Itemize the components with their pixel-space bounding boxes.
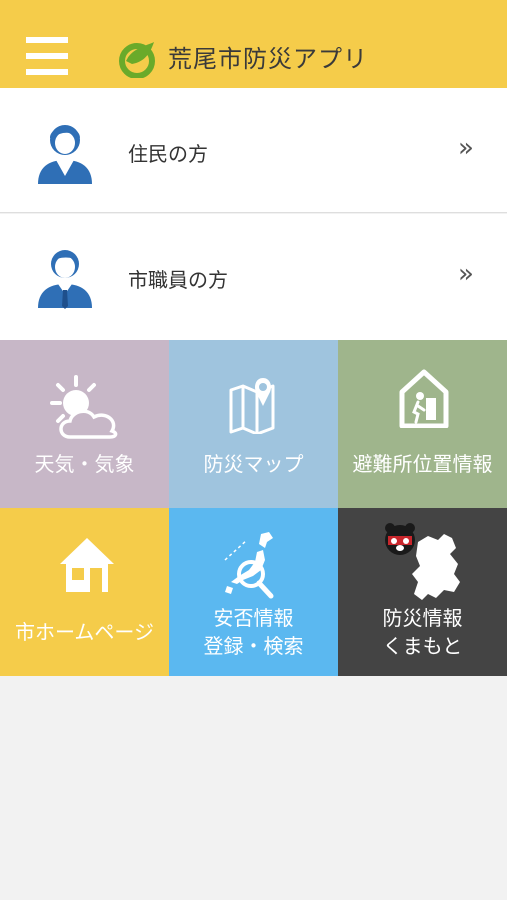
tile-safety-info-label-1: 安否情報: [213, 606, 294, 630]
tile-bousai-kumamoto[interactable]: 防災情報 くまもと: [338, 508, 507, 676]
tile-shelter-location[interactable]: 避難所位置情報: [338, 340, 507, 508]
resident-avatar-icon: [38, 125, 92, 184]
app-title: 荒尾市防災アプリ: [168, 45, 368, 73]
tile-safety-info-label-2: 登録・検索: [203, 634, 304, 658]
tile-bousai-kumamoto-label-2: くまもと: [382, 634, 463, 658]
resident-label: 住民の方: [128, 142, 208, 166]
tile-bousai-kumamoto-label-1: 防災情報: [382, 606, 463, 630]
staff-label: 市職員の方: [128, 268, 228, 292]
kumamoto-mascot-map-icon: [385, 523, 460, 600]
chevron-right-icon: »: [458, 133, 474, 163]
tile-city-homepage[interactable]: 市ホームページ: [0, 508, 169, 676]
empty-content-area: [0, 676, 507, 900]
tile-safety-info[interactable]: 安否情報 登録・検索: [169, 508, 338, 676]
shelter-exit-icon: [399, 369, 449, 428]
resident-menu-item[interactable]: 住民の方 »: [0, 88, 507, 213]
leaf-logo-icon: [119, 42, 155, 78]
map-pin-icon: [229, 378, 275, 434]
home-icon: [60, 538, 114, 592]
tile-shelter-location-label: 避難所位置情報: [352, 452, 493, 476]
hamburger-menu-icon[interactable]: [26, 37, 68, 77]
tile-weather-label: 天気・気象: [34, 452, 135, 476]
app-header: 荒尾市防災アプリ: [0, 0, 507, 88]
staff-avatar-icon: [38, 250, 92, 309]
japan-map-search-icon: [224, 532, 274, 599]
tile-weather[interactable]: 天気・気象: [0, 340, 169, 508]
tile-disaster-map[interactable]: 防災マップ: [169, 340, 338, 508]
staff-menu-item[interactable]: 市職員の方 »: [0, 214, 507, 340]
tile-disaster-map-label: 防災マップ: [203, 452, 304, 476]
weather-sun-cloud-icon: [50, 375, 118, 439]
chevron-right-icon: »: [458, 259, 474, 289]
tile-city-homepage-label: 市ホームページ: [15, 620, 154, 644]
